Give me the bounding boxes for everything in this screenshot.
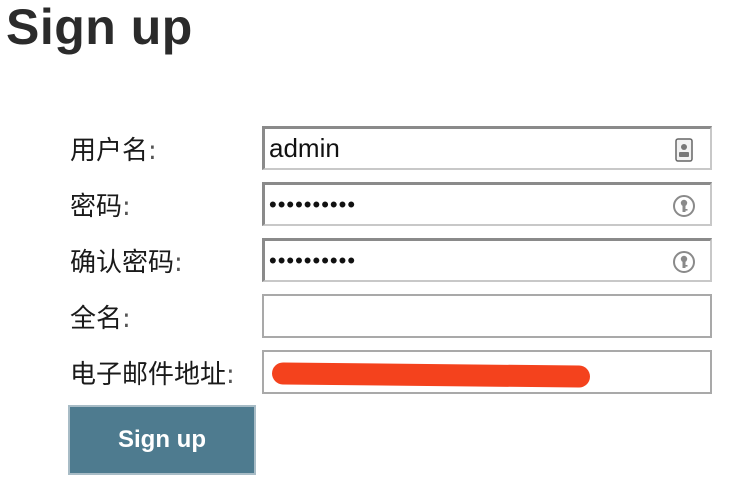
username-input[interactable] (269, 133, 666, 164)
email-row: 电子邮件地址: (0, 350, 734, 396)
password-row: 密码: (0, 182, 734, 228)
key-fill-icon[interactable] (672, 194, 696, 218)
contact-card-icon[interactable] (672, 138, 696, 162)
full-name-field[interactable] (262, 294, 712, 338)
password-label: 密码: (70, 192, 131, 222)
key-fill-icon[interactable] (672, 250, 696, 274)
page-title: Sign up (6, 0, 193, 55)
confirm-password-field[interactable] (262, 238, 712, 282)
confirm-password-label: 确认密码: (70, 248, 183, 278)
email-field[interactable] (262, 350, 712, 394)
confirm-password-row: 确认密码: (0, 238, 734, 284)
redaction-mark (271, 362, 591, 388)
sign-up-button[interactable]: Sign up (68, 405, 256, 475)
confirm-password-input[interactable] (269, 245, 666, 276)
username-label: 用户名: (70, 136, 157, 166)
password-field[interactable] (262, 182, 712, 226)
username-row: 用户名: (0, 126, 734, 172)
password-input[interactable] (269, 189, 666, 220)
full-name-row: 全名: (0, 294, 734, 340)
username-field[interactable] (262, 126, 712, 170)
full-name-input[interactable] (268, 300, 666, 332)
full-name-label: 全名: (70, 304, 131, 334)
email-label: 电子邮件地址: (70, 360, 235, 390)
